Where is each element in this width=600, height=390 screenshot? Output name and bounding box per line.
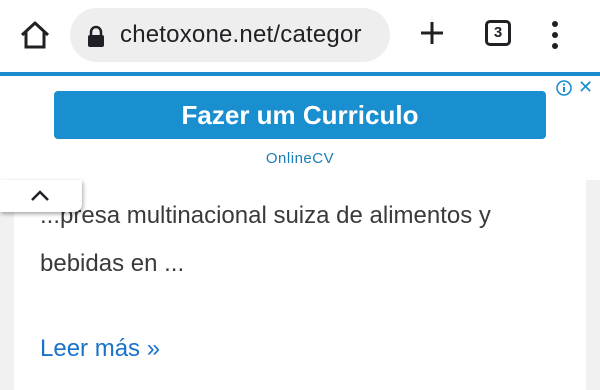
lock-icon [88,25,104,47]
close-icon[interactable]: ✕ [578,76,593,98]
info-icon[interactable] [556,80,572,96]
address-bar[interactable]: chetoxone.net/categor [70,8,390,62]
ad-banner: Fazer um Curriculo OnlineCV ✕ [0,72,600,180]
browser-toolbar: chetoxone.net/categor 3 [0,0,600,72]
ad-collapse-button[interactable] [0,180,82,212]
ad-cta-button[interactable]: Fazer um Curriculo [54,91,546,139]
home-icon[interactable] [18,18,52,52]
tab-switcher-button[interactable]: 3 [485,20,511,46]
article-excerpt: ...presa multinacional suiza de alimento… [40,202,491,277]
url-text: chetoxone.net/categor [120,21,362,48]
read-more-link[interactable]: Leer más » [40,335,160,363]
chevron-up-icon [31,190,49,201]
article-card: ...presa multinacional suiza de alimento… [14,180,586,390]
ad-sponsor-label[interactable]: OnlineCV [0,150,600,167]
new-tab-plus-icon[interactable] [415,16,449,50]
more-vert-icon[interactable] [549,18,561,52]
